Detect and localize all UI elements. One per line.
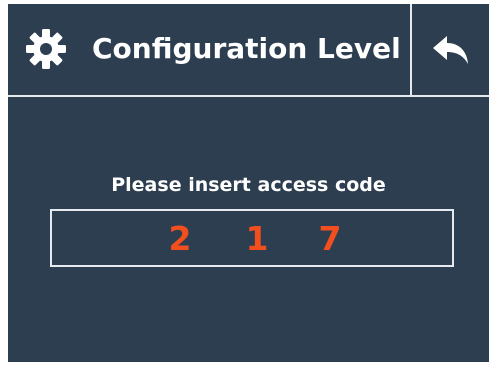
header-bar: Configuration Level xyxy=(8,4,489,97)
gear-icon xyxy=(26,29,66,69)
screen: Configuration Level Please insert access… xyxy=(8,4,489,362)
back-arrow-icon xyxy=(432,35,468,64)
code-digit: 7 xyxy=(318,219,342,258)
access-code-field[interactable]: 2 1 7 xyxy=(50,209,454,267)
code-digit: 2 xyxy=(168,219,192,258)
back-button[interactable] xyxy=(412,4,489,95)
page-title: Configuration Level xyxy=(92,32,401,65)
code-digit: 1 xyxy=(245,219,269,258)
access-code-prompt: Please insert access code xyxy=(111,174,386,196)
title-area: Configuration Level xyxy=(8,4,410,95)
